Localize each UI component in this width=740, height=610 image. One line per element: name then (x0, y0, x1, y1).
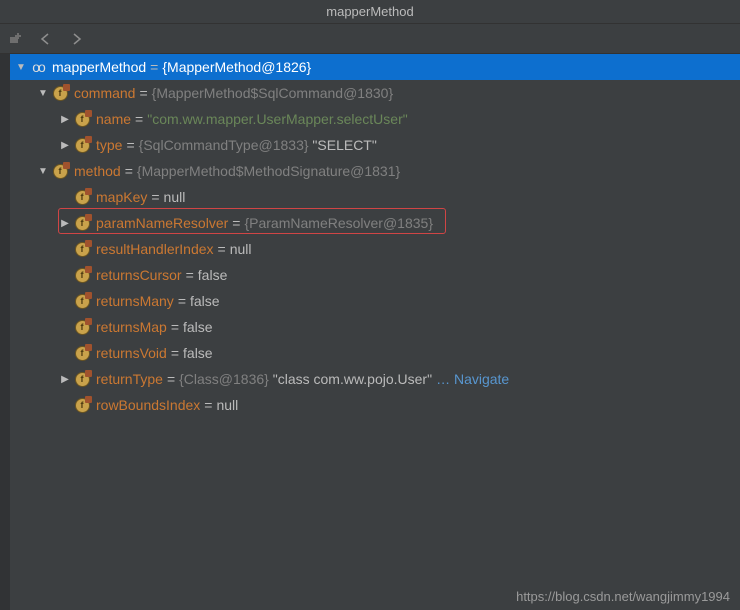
tree-row-returnsmany[interactable]: f returnsMany = false (10, 288, 740, 314)
field-icon: f (52, 163, 68, 179)
watermark: https://blog.csdn.net/wangjimmy1994 (516, 589, 730, 604)
var-value: false (183, 319, 213, 335)
field-icon: f (74, 293, 90, 309)
var-name: returnsMany (96, 293, 174, 309)
field-icon: f (74, 111, 90, 127)
new-watch-icon[interactable] (8, 31, 24, 47)
var-value: "com.ww.mapper.UserMapper.selectUser" (147, 111, 407, 127)
expand-arrow-icon[interactable] (36, 88, 50, 99)
tree-row-root[interactable]: oo mapperMethod = {MapperMethod@1826} (10, 54, 740, 80)
var-type: {Class@1836} (179, 371, 269, 387)
tree-row-command-type[interactable]: f type = {SqlCommandType@1833} "SELECT" (10, 132, 740, 158)
var-type: {MapperMethod@1826} (162, 59, 311, 75)
field-icon: f (74, 267, 90, 283)
var-name: returnType (96, 371, 163, 387)
tree-row-rowboundsindex[interactable]: f rowBoundsIndex = null (10, 392, 740, 418)
window-title: mapperMethod (326, 4, 413, 19)
var-name: rowBoundsIndex (96, 397, 200, 413)
var-name: command (74, 85, 135, 101)
var-name: type (96, 137, 122, 153)
field-icon: f (74, 371, 90, 387)
var-value: null (230, 241, 252, 257)
expand-arrow-icon[interactable] (36, 166, 50, 177)
var-type: {MapperMethod$MethodSignature@1831} (137, 163, 400, 179)
tree-row-command[interactable]: f command = {MapperMethod$SqlCommand@183… (10, 80, 740, 106)
field-icon: f (74, 397, 90, 413)
var-value: false (190, 293, 220, 309)
variable-tree[interactable]: oo mapperMethod = {MapperMethod@1826} f … (10, 54, 740, 610)
field-icon: f (74, 215, 90, 231)
tree-row-command-name[interactable]: f name = "com.ww.mapper.UserMapper.selec… (10, 106, 740, 132)
title-bar: mapperMethod (0, 0, 740, 24)
forward-arrow-icon[interactable] (68, 31, 84, 47)
field-icon: f (74, 345, 90, 361)
var-name: resultHandlerIndex (96, 241, 214, 257)
var-name: method (74, 163, 121, 179)
field-icon: f (74, 137, 90, 153)
expand-arrow-icon[interactable] (58, 374, 72, 385)
var-name: name (96, 111, 131, 127)
field-icon: f (74, 319, 90, 335)
var-name: returnsMap (96, 319, 167, 335)
tree-row-returnsvoid[interactable]: f returnsVoid = false (10, 340, 740, 366)
tree-row-mapkey[interactable]: f mapKey = null (10, 184, 740, 210)
var-value: false (183, 345, 213, 361)
expand-arrow-icon[interactable] (58, 218, 72, 229)
var-type: {ParamNameResolver@1835} (244, 215, 433, 231)
field-icon: f (74, 189, 90, 205)
var-value: false (198, 267, 228, 283)
var-name: returnsCursor (96, 267, 182, 283)
tree-row-paramnameresolver[interactable]: f paramNameResolver = {ParamNameResolver… (10, 210, 740, 236)
field-icon: f (52, 85, 68, 101)
var-value: "class com.ww.pojo.User" (273, 371, 432, 387)
tree-row-method[interactable]: f method = {MapperMethod$MethodSignature… (10, 158, 740, 184)
expand-arrow-icon[interactable] (58, 140, 72, 151)
navigate-link[interactable]: … Navigate (436, 371, 509, 387)
expand-arrow-icon[interactable] (14, 62, 28, 73)
var-name: returnsVoid (96, 345, 167, 361)
var-name: mapKey (96, 189, 147, 205)
tree-row-returnsmap[interactable]: f returnsMap = false (10, 314, 740, 340)
var-type: {MapperMethod$SqlCommand@1830} (152, 85, 393, 101)
tree-row-resulthandlerindex[interactable]: f resultHandlerIndex = null (10, 236, 740, 262)
var-type: {SqlCommandType@1833} (139, 137, 309, 153)
expand-arrow-icon[interactable] (58, 114, 72, 125)
var-value: null (216, 397, 238, 413)
toolbar (0, 24, 740, 54)
var-name: mapperMethod (52, 59, 146, 75)
back-arrow-icon[interactable] (38, 31, 54, 47)
field-icon: f (74, 241, 90, 257)
var-name: paramNameResolver (96, 215, 228, 231)
left-strip (0, 54, 10, 610)
var-value: null (164, 189, 186, 205)
tree-row-returntype[interactable]: f returnType = {Class@1836} "class com.w… (10, 366, 740, 392)
watch-icon: oo (30, 59, 46, 75)
tree-row-returnscursor[interactable]: f returnsCursor = false (10, 262, 740, 288)
var-value: "SELECT" (312, 137, 376, 153)
